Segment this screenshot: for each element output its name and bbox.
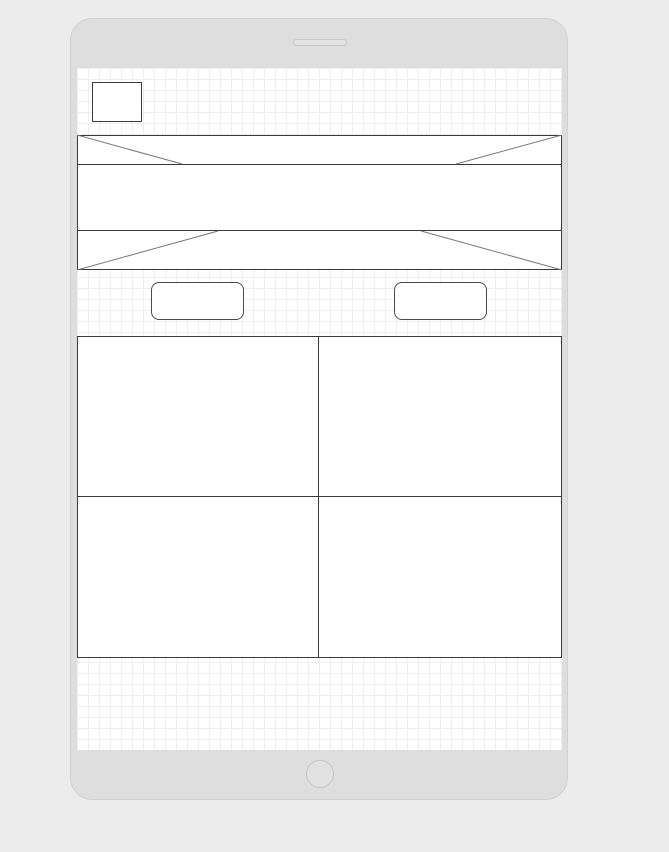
home-button[interactable] — [306, 760, 334, 788]
secondary-action-button[interactable] — [394, 282, 487, 320]
speaker-slot — [293, 39, 347, 46]
grid-cell-bottom-left[interactable] — [77, 496, 319, 658]
grid-cell-bottom-right[interactable] — [318, 496, 562, 658]
banner-image-placeholder — [77, 135, 562, 270]
grid-cell-top-right[interactable] — [318, 336, 562, 497]
image-placeholder-icon — [77, 135, 562, 270]
logo-placeholder — [92, 82, 142, 122]
content-grid — [77, 336, 562, 658]
grid-cell-top-left[interactable] — [77, 336, 319, 497]
primary-action-button[interactable] — [151, 282, 244, 320]
screen — [77, 68, 562, 750]
